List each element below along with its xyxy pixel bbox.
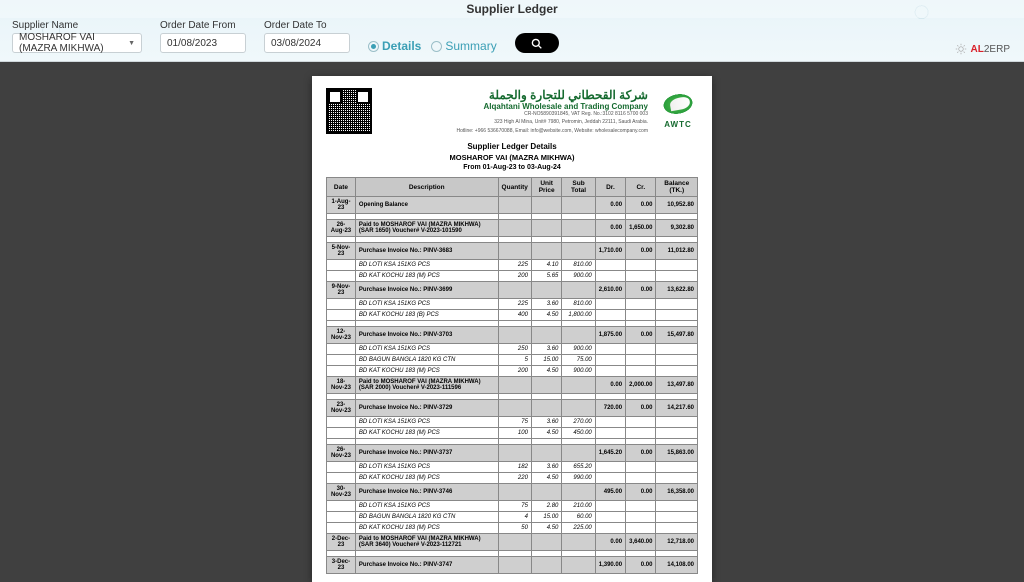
table-row: BD KAT KOCHU 183 (M) PCS2004.50900.00 [327,366,698,377]
col-header: Quantity [498,178,531,197]
table-row: BD BAGUN BANGLA 1820 KG CTN415.0060.00 [327,512,698,523]
page-title: Supplier Ledger [0,0,1024,18]
table-row: BD LOTI KSA 151KG PCS2503.60900.00 [327,344,698,355]
table-row: BD KAT KOCHU 183 (M) PCS504.50225.00 [327,523,698,534]
col-header: Balance (TK.) [656,178,698,197]
brand-text-2: 2ERP [984,44,1010,55]
mode-summary-label: Summary [445,39,496,53]
company-logo: AWTC [658,88,698,129]
table-row: 2-Dec-23Paid to MOSHAROF VAI (MAZRA MIKH… [327,534,698,551]
doc-title: Supplier Ledger Details [326,142,698,151]
table-row: BD KAT KOCHU 183 (M) PCS2204.50990.00 [327,473,698,484]
table-row: 23-Nov-23Purchase Invoice No.: PINV-3729… [327,400,698,417]
table-row: 26-Aug-23Paid to MOSHAROF VAI (MAZRA MIK… [327,220,698,237]
table-row: BD LOTI KSA 151KG PCS752.80210.00 [327,501,698,512]
table-row: 30-Nov-23Purchase Invoice No.: PINV-3746… [327,484,698,501]
table-row: BD KAT KOCHU 183 (B) PCS4004.501,800.00 [327,310,698,321]
brand-text-1: AL [971,44,984,55]
company-registration: CR-NO5890391845, VAT Reg. No.:3102 8116 … [382,111,648,117]
col-header: Cr. [626,178,656,197]
search-icon [531,38,542,49]
table-row: BD LOTI KSA 151KG PCS2254.10810.00 [327,260,698,271]
search-button[interactable] [515,33,559,53]
table-row: 1-Aug-23Opening Balance0.000.0010,952.80 [327,197,698,214]
table-row: 5-Nov-23Purchase Invoice No.: PINV-36831… [327,243,698,260]
mode-summary-radio[interactable]: Summary [431,39,496,53]
table-row: 26-Nov-23Purchase Invoice No.: PINV-3737… [327,445,698,462]
table-row: BD LOTI KSA 151KG PCS753.60270.00 [327,417,698,428]
report-page: شركة القحطاني للتجارة والجملة Alqahtani … [312,76,712,582]
col-header: Date [327,178,356,197]
doc-date-range: From 01-Aug-23 to 03-Aug-24 [326,164,698,171]
doc-supplier: MOSHAROF VAI (MAZRA MIKHWA) [326,153,698,162]
radio-unchecked-icon [431,41,442,52]
gear-icon [955,43,967,55]
mode-details-label: Details [382,39,421,53]
col-header: Sub Total [562,178,595,197]
mode-details-radio[interactable]: Details [368,39,421,53]
company-contact: Hotline: +966 536670088, Email: info@web… [382,128,648,135]
table-row: 12-Nov-23Purchase Invoice No.: PINV-3703… [327,327,698,344]
supplier-select[interactable]: MOSHAROF VAI (MAZRA MIKHWA) ▼ [12,33,142,53]
table-row: BD KAT KOCHU 183 (M) PCS1004.50450.00 [327,428,698,439]
chevron-down-icon: ▼ [128,40,135,47]
company-name-arabic: شركة القحطاني للتجارة والجملة [382,88,648,102]
col-header: Description [355,178,498,197]
col-header: Dr. [595,178,625,197]
date-to-label: Order Date To [264,20,350,31]
filter-bar: Supplier Ledger Supplier Name MOSHAROF V… [0,0,1024,62]
date-from-input[interactable] [160,33,246,53]
table-row: BD KAT KOCHU 183 (M) PCS2005.65900.00 [327,271,698,282]
qr-code-icon [326,88,372,134]
table-row: BD BAGUN BANGLA 1820 KG CTN515.0075.00 [327,355,698,366]
table-row: BD LOTI KSA 151KG PCS2253.60810.00 [327,299,698,310]
radio-checked-icon [368,41,379,52]
supplier-label: Supplier Name [12,20,142,31]
report-viewer[interactable]: شركة القحطاني للتجارة والجملة Alqahtani … [0,62,1024,582]
leaf-icon [656,85,701,123]
ledger-table: DateDescriptionQuantityUnit PriceSub Tot… [326,177,698,574]
brand-logo: AL2ERP [955,43,1010,55]
date-from-label: Order Date From [160,20,246,31]
supplier-value: MOSHAROF VAI (MAZRA MIKHWA) [19,32,128,54]
table-row: BD LOTI KSA 151KG PCS1823.60655.20 [327,462,698,473]
table-row: 18-Nov-23Paid to MOSHAROF VAI (MAZRA MIK… [327,377,698,394]
company-name-english: Alqahtani Wholesale and Trading Company [382,102,648,111]
date-to-input[interactable] [264,33,350,53]
table-row: 9-Nov-23Purchase Invoice No.: PINV-36992… [327,282,698,299]
table-row: 3-Dec-23Purchase Invoice No.: PINV-37471… [327,557,698,574]
col-header: Unit Price [531,178,561,197]
company-address: 323 High Al Mina, Unit# 7980, Petromin, … [382,119,648,126]
